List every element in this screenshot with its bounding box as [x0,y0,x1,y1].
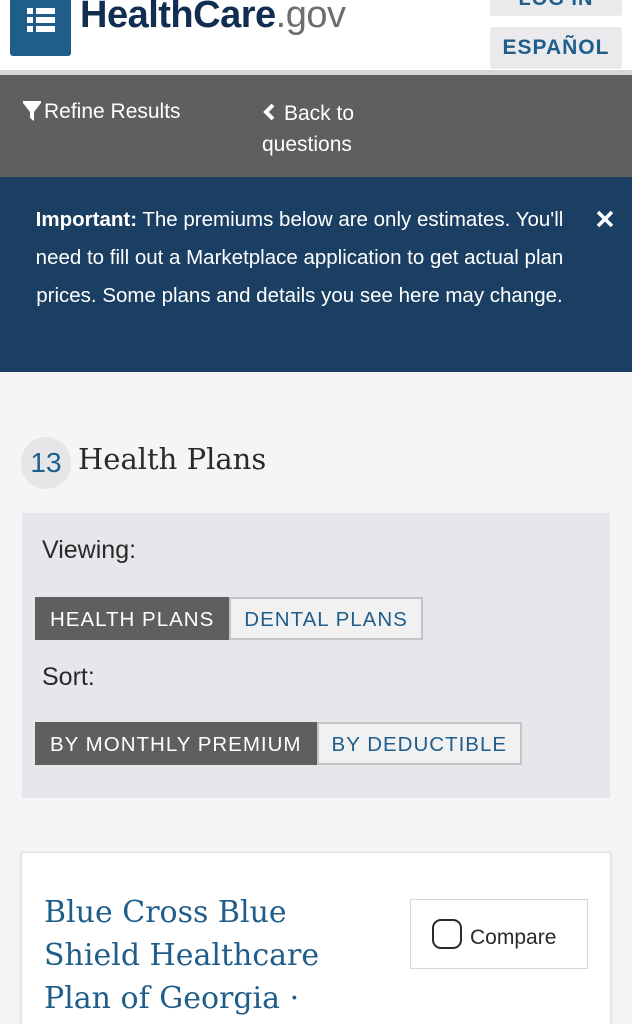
sort-by-monthly-premium-option[interactable]: BY MONTHLY PREMIUM [35,722,317,765]
close-icon[interactable] [594,208,616,230]
viewing-label: Viewing: [42,536,137,564]
menu-button[interactable] [10,0,71,56]
healthcare-gov-logo[interactable]: HealthCare.gov [80,0,346,37]
logo-suffix: .gov [275,0,346,36]
plan-count-badge: 13 [21,437,71,489]
notice-text: Important: The premiums below are only e… [12,201,587,315]
refine-results-button[interactable]: Refine Results [22,100,181,124]
filter-funnel-icon [23,101,41,121]
viewing-toggle: HEALTH PLANS DENTAL PLANS [35,597,423,640]
results-toolbar: Refine Results Back to questions [0,75,632,177]
sort-by-deductible-option[interactable]: BY DEDUCTIBLE [316,722,523,765]
dental-plans-option[interactable]: DENTAL PLANS [229,597,423,640]
compare-label: Compare [470,926,557,949]
compare-toggle[interactable]: Compare [410,899,588,969]
spanish-language-button[interactable]: ESPAÑOL [490,27,622,69]
login-button[interactable]: LOG IN [490,0,622,16]
sort-label: Sort: [42,663,95,691]
chevron-left-icon [263,103,275,121]
notice-bold-label: Important: [35,208,138,231]
logo-primary: HealthCare [80,0,276,36]
estimate-notice-banner: Important: The premiums below are only e… [0,177,632,372]
back-to-questions-link[interactable]: Back to questions [262,98,412,160]
results-title: Health Plans [78,442,267,476]
site-header: HealthCare.gov LOG IN ESPAÑOL [0,0,632,72]
compare-checkbox[interactable] [432,919,462,949]
view-sort-panel: Viewing: HEALTH PLANS DENTAL PLANS Sort:… [22,513,610,798]
plan-name-link[interactable]: Blue Cross Blue Shield Healthcare Plan o… [44,891,354,1020]
menu-list-icon [27,8,55,32]
health-plans-option[interactable]: HEALTH PLANS [35,597,230,640]
sort-toggle: BY MONTHLY PREMIUM BY DEDUCTIBLE [35,722,523,765]
refine-results-label: Refine Results [44,100,181,123]
plan-card: Blue Cross Blue Shield Healthcare Plan o… [21,852,611,1024]
